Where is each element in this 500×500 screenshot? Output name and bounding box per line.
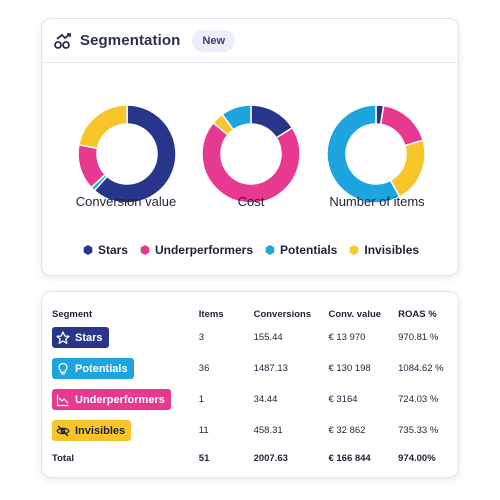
total-conv-value-cell: € 166 844 bbox=[328, 452, 371, 464]
segment-badge-potentials: Potentials bbox=[52, 358, 134, 379]
chart-legend: Stars Underperformers Potentials Invisib… bbox=[42, 243, 460, 257]
conversions-cell: 155.44 bbox=[253, 332, 283, 343]
header-roas: ROAS % bbox=[398, 308, 437, 320]
conversions-cell: 458.31 bbox=[253, 425, 283, 436]
items-cell: 1 bbox=[198, 394, 205, 405]
total-label-cell: Total bbox=[52, 452, 74, 464]
segment-badge-underperformers: Underperformers bbox=[52, 389, 171, 410]
eye-slash-icon bbox=[56, 425, 70, 436]
segment-label: Invisibles bbox=[75, 424, 126, 437]
segment-cell: Stars bbox=[52, 322, 199, 353]
table-total-row: Total 51 2007.63 € 166 844 974.00% bbox=[52, 446, 458, 470]
legend-label: Stars bbox=[97, 243, 128, 257]
donut-slice-underperformers bbox=[379, 104, 424, 147]
donut-label-cost: Cost bbox=[237, 194, 265, 209]
total-items-cell: 51 bbox=[198, 452, 210, 464]
roas-cell: 970.81 % bbox=[398, 332, 439, 343]
total-roas-cell: 974.00% bbox=[398, 452, 436, 464]
legend-item-stars: Stars bbox=[83, 243, 128, 257]
conv-value-cell: € 32 862 bbox=[328, 425, 366, 436]
segment-label: Stars bbox=[75, 331, 103, 344]
conv-value-cell: € 130 198 bbox=[328, 363, 371, 374]
donut-slice-invisibles bbox=[77, 104, 128, 150]
segmentation-table: Segment Items Conversions Conv. value RO… bbox=[52, 306, 458, 470]
card-title: Segmentation bbox=[80, 32, 181, 49]
conv-value-cell: € 13 970 bbox=[328, 332, 366, 343]
total-conversions-cell: 2007.63 bbox=[253, 452, 288, 464]
hexagon-icon bbox=[265, 245, 275, 255]
table-row: Potentials 36 1487.13 € 130 198 1084.62 … bbox=[52, 353, 458, 384]
conv-value-cell: € 3164 bbox=[328, 394, 358, 405]
lightbulb-icon bbox=[58, 362, 68, 375]
items-cell: 36 bbox=[198, 363, 210, 374]
roas-cell: 735.33 % bbox=[398, 425, 439, 436]
conversions-cell: 34.44 bbox=[253, 394, 278, 405]
table-row: Stars 3 155.44 € 13 970 970.81 % bbox=[52, 322, 458, 353]
hexagon-icon bbox=[140, 245, 150, 255]
roas-cell: 1084.62 % bbox=[398, 363, 444, 374]
segment-label: Underperformers bbox=[75, 393, 165, 406]
table-row: Underperformers 1 34.44 € 3164 724.03 % bbox=[52, 384, 458, 415]
hexagon-icon bbox=[83, 245, 93, 255]
legend-label: Invisibles bbox=[364, 243, 420, 257]
header-segment: Segment bbox=[52, 308, 93, 320]
legend-label: Potentials bbox=[280, 243, 338, 257]
new-badge: New bbox=[192, 29, 236, 52]
trend-down-icon bbox=[56, 394, 69, 406]
legend-item-underperformers: Underperformers bbox=[140, 243, 253, 257]
table-header-row: Segment Items Conversions Conv. value RO… bbox=[52, 306, 458, 322]
header-conv-value: Conv. value bbox=[328, 308, 382, 320]
items-cell: 3 bbox=[198, 332, 205, 343]
segmentation-icon bbox=[54, 32, 71, 49]
segment-cell: Underperformers bbox=[52, 384, 199, 415]
legend-item-potentials: Potentials bbox=[265, 243, 337, 257]
donut-label-number-of-items: Number of items bbox=[329, 194, 425, 209]
segmentation-chart-card: Segmentation New Conversion value Cost N… bbox=[41, 18, 459, 276]
items-cell: 11 bbox=[198, 425, 209, 436]
card-header: Segmentation New bbox=[42, 19, 458, 63]
donut-slice-underperformers bbox=[201, 121, 301, 204]
segment-cell: Invisibles bbox=[52, 415, 199, 446]
roas-cell: 724.03 % bbox=[398, 394, 439, 405]
donut-label-conversion-value: Conversion value bbox=[75, 194, 177, 209]
segmentation-table-card: Segment Items Conversions Conv. value RO… bbox=[41, 291, 459, 478]
star-icon bbox=[56, 330, 70, 344]
table-row: Invisibles 11 458.31 € 32 862 735.33 % bbox=[52, 415, 458, 446]
legend-label: Underperformers bbox=[154, 243, 253, 257]
header-conversions: Conversions bbox=[253, 308, 312, 320]
legend-item-invisibles: Invisibles bbox=[349, 243, 419, 257]
conversions-cell: 1487.13 bbox=[253, 363, 288, 374]
segment-badge-stars: Stars bbox=[52, 327, 109, 348]
segment-cell: Potentials bbox=[52, 353, 199, 384]
segment-badge-invisibles: Invisibles bbox=[52, 420, 132, 441]
hexagon-icon bbox=[350, 245, 359, 255]
segment-label: Potentials bbox=[75, 362, 128, 375]
header-items: Items bbox=[198, 308, 224, 320]
